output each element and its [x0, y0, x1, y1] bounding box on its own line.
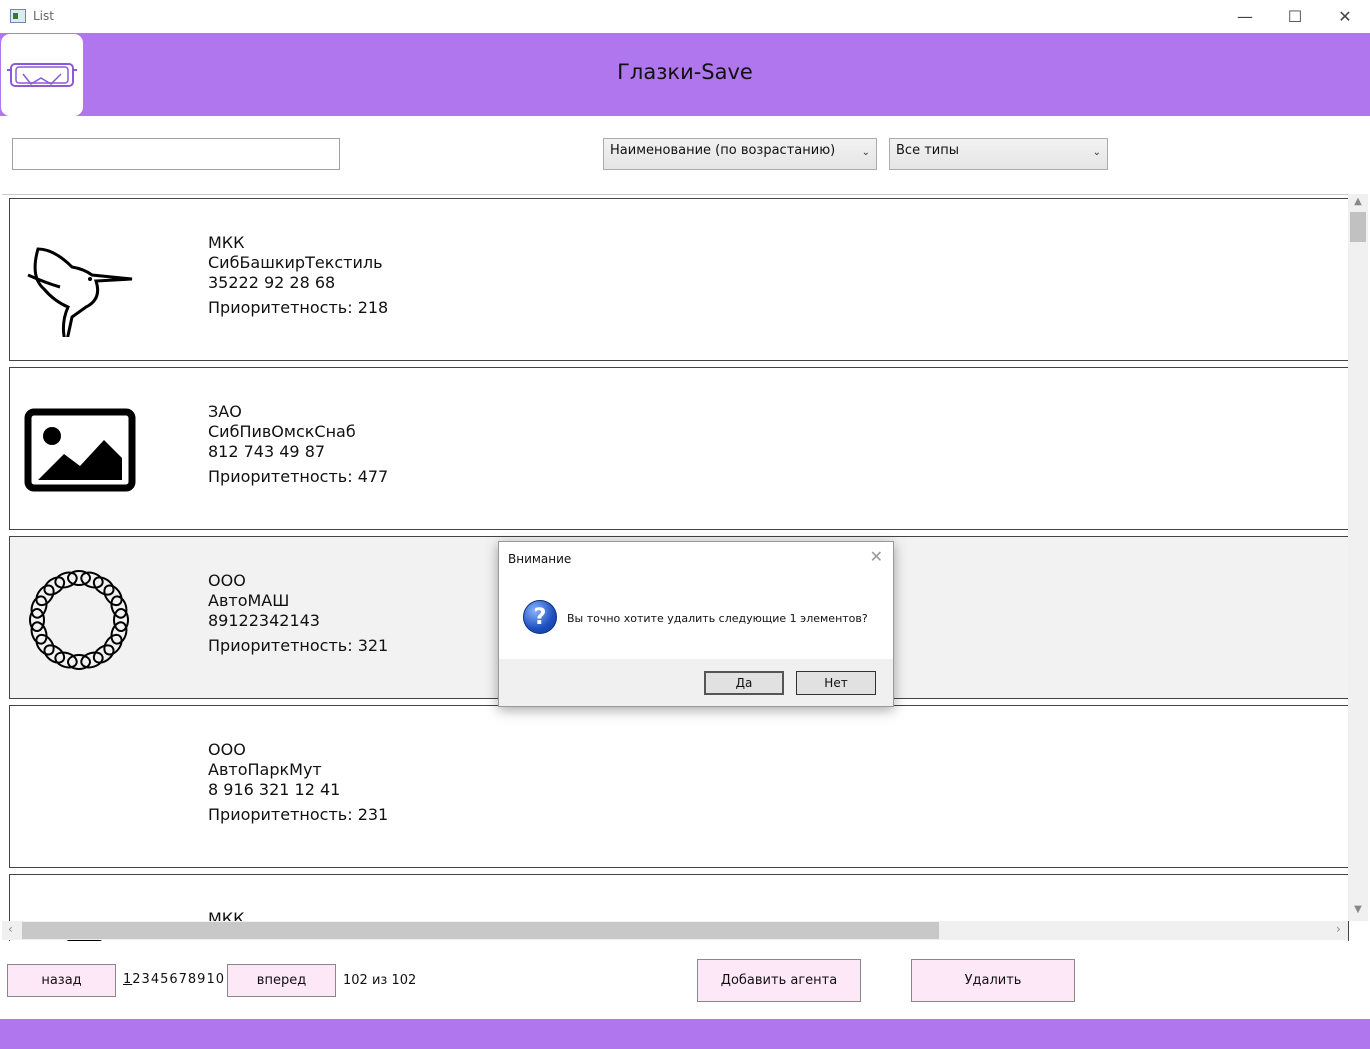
agent-priority: Приоритетность: 218	[208, 298, 389, 317]
window-title: List	[33, 9, 54, 23]
hummingbird-icon	[24, 227, 140, 346]
agent-type: ЗАО	[208, 402, 242, 421]
agent-priority: Приоритетность: 231	[208, 805, 389, 824]
image-placeholder-icon	[24, 396, 140, 506]
scroll-down-icon[interactable]: ▼	[1348, 904, 1368, 915]
agent-type: ООО	[208, 740, 246, 759]
scroll-up-icon[interactable]: ▲	[1348, 196, 1368, 207]
page-link-1[interactable]: 1	[123, 972, 132, 987]
vertical-scrollbar[interactable]: ▲ ▼	[1348, 194, 1368, 921]
agent-priority: Приоритетность: 477	[208, 467, 389, 486]
maximize-button[interactable]: ☐	[1270, 0, 1320, 33]
chevron-down-icon: ⌄	[861, 147, 870, 158]
scroll-left-icon[interactable]: ‹	[8, 922, 13, 936]
page-numbers[interactable]: 12345678910	[123, 972, 225, 987]
agent-phone: 8 916 321 12 41	[208, 780, 341, 799]
type-filter-value: Все типы	[896, 143, 959, 158]
page-links[interactable]: 2345678910	[132, 972, 225, 987]
dialog-title: Внимание	[508, 552, 572, 566]
agent-name: СибПивОмскСнаб	[208, 422, 356, 441]
close-window-button[interactable]: ✕	[1320, 0, 1370, 33]
back-button[interactable]: назад	[7, 964, 116, 997]
app-icon	[10, 9, 26, 23]
add-agent-button[interactable]: Добавить агента	[697, 959, 861, 1002]
app-title: Глазки-Save	[617, 60, 753, 84]
record-count: 102 из 102	[343, 973, 417, 988]
scroll-thumb[interactable]	[1350, 212, 1366, 242]
scroll-right-icon[interactable]: ›	[1336, 922, 1341, 936]
agent-phone: 35222 92 28 68	[208, 273, 336, 292]
agent-phone: 89122342143	[208, 611, 320, 630]
window-titlebar: List — ☐ ✕	[0, 0, 1370, 33]
dialog-message: Вы точно хотите удалить следующие 1 элем…	[567, 612, 868, 625]
forward-button[interactable]: вперед	[227, 964, 336, 997]
agent-name: АвтоПаркМут	[208, 760, 322, 779]
agent-type: ООО	[208, 571, 246, 590]
agent-card[interactable]: МКК СибБашкирТекстиль 35222 92 28 68 При…	[9, 198, 1349, 361]
no-button[interactable]: Нет	[796, 671, 876, 695]
horizontal-scrollbar[interactable]: ‹ ›	[2, 921, 1348, 940]
sort-select-value: Наименование (по возрастанию)	[610, 143, 836, 158]
agent-priority: Приоритетность: 321	[208, 636, 389, 655]
close-icon[interactable]: ✕	[870, 547, 883, 566]
agent-name: АвтоМАШ	[208, 591, 290, 610]
yes-button[interactable]: Да	[704, 671, 784, 695]
sort-select[interactable]: Наименование (по возрастанию) ⌄	[603, 138, 877, 170]
type-filter-select[interactable]: Все типы ⌄	[889, 138, 1108, 170]
app-footer	[0, 1019, 1370, 1049]
agent-phone: 812 743 49 87	[208, 442, 326, 461]
circle-loops-icon	[24, 565, 140, 675]
search-input[interactable]	[12, 138, 340, 170]
confirm-dialog: Внимание ✕ ? Вы точно хотите удалить сле…	[498, 541, 894, 707]
agent-card[interactable]: ЗАО СибПивОмскСнаб 812 743 49 87 Приорит…	[9, 367, 1349, 530]
agent-type: МКК	[208, 233, 245, 252]
scroll-thumb[interactable]	[22, 922, 939, 939]
minimize-button[interactable]: —	[1220, 0, 1270, 33]
agent-name: СибБашкирТекстиль	[208, 253, 383, 272]
chevron-down-icon: ⌄	[1092, 147, 1101, 158]
delete-button[interactable]: Удалить	[911, 959, 1075, 1002]
agent-card[interactable]: ООО АвтоПаркМут 8 916 321 12 41 Приорите…	[9, 705, 1349, 868]
question-icon: ?	[523, 600, 557, 634]
